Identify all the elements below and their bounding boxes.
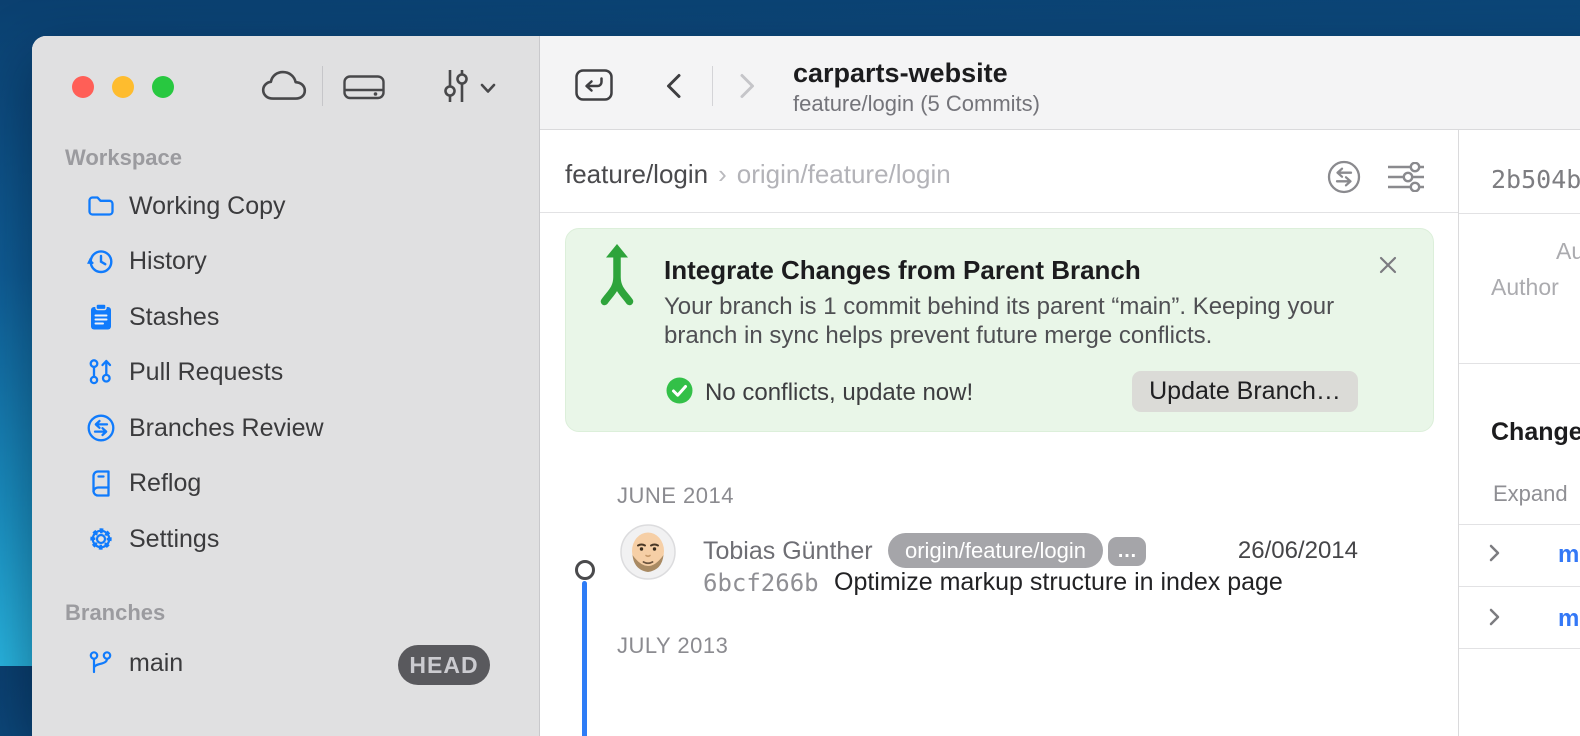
filters-icon[interactable] — [440, 67, 472, 110]
cloud-icon[interactable] — [261, 70, 307, 107]
more-refs-badge[interactable]: … — [1108, 537, 1146, 566]
check-circle-icon — [666, 377, 693, 409]
integrate-banner: Integrate Changes from Parent Branch You… — [565, 228, 1434, 432]
chevron-right-icon[interactable] — [1489, 544, 1500, 567]
compare-branches-icon[interactable] — [1327, 160, 1361, 199]
history-icon — [86, 246, 116, 276]
month-header: JUNE 2014 — [617, 483, 734, 509]
branch-icon — [86, 648, 116, 678]
commit-hash: 6bcf266b — [703, 569, 819, 597]
chevron-down-icon[interactable] — [480, 81, 496, 99]
sidebar-item-settings[interactable]: Settings — [72, 514, 512, 564]
banner-body-line2: branch in sync helps prevent future merg… — [664, 321, 1212, 350]
sidebar-item-label: Pull Requests — [129, 358, 283, 387]
timeline-node — [575, 560, 595, 580]
filter-sliders-icon[interactable] — [1387, 162, 1425, 197]
banner-title: Integrate Changes from Parent Branch — [664, 255, 1141, 286]
avatar — [620, 524, 676, 585]
divider — [1459, 213, 1580, 214]
banner-status-text: No conflicts, update now! — [705, 379, 973, 407]
stash-clipboard-icon — [86, 302, 116, 332]
sidebar-item-label: Branches Review — [129, 414, 324, 443]
month-header: JULY 2013 — [617, 633, 728, 659]
toolbar-divider — [322, 66, 323, 106]
sidebar-item-stashes[interactable]: Stashes — [72, 292, 512, 342]
sidebar-item-working-copy[interactable]: Working Copy — [72, 181, 512, 231]
commit-message: Optimize markup structure in index page — [834, 568, 1283, 597]
chevron-right-icon[interactable] — [1489, 608, 1500, 631]
workspace-section-header: Workspace — [65, 145, 182, 171]
changed-file-name[interactable]: m — [1558, 541, 1579, 569]
breadcrumb-separator: › — [718, 159, 727, 189]
repo-subtitle: feature/login (5 Commits) — [793, 91, 1040, 117]
breadcrumb: feature/login › origin/feature/login — [565, 159, 951, 190]
pull-request-icon — [86, 357, 116, 387]
branch-bar: feature/login › origin/feature/login — [540, 130, 1458, 213]
sidebar-item-label: Reflog — [129, 469, 201, 498]
changed-file-name[interactable]: m — [1558, 605, 1579, 633]
open-repository-icon[interactable] — [575, 67, 613, 108]
history-pane: feature/login › origin/feature/login — [540, 130, 1458, 736]
toolbar: carparts-website feature/login (5 Commit… — [540, 36, 1580, 130]
local-drive-icon[interactable] — [343, 69, 385, 109]
commit-author: Tobias Günther — [703, 537, 873, 566]
branch-name: main — [129, 649, 183, 678]
close-window-button[interactable] — [72, 76, 94, 98]
commit-detail-panel: 2b504b Author Author Changes Expand m m — [1458, 130, 1580, 736]
sidebar-item-label: History — [129, 247, 207, 276]
sidebar-item-reflog[interactable]: Reflog — [72, 458, 512, 508]
gear-icon — [86, 524, 116, 554]
detail-commit-hash: 2b504b — [1491, 165, 1580, 194]
timeline-line — [582, 581, 587, 736]
branches-review-icon — [86, 413, 116, 443]
head-badge: HEAD — [398, 645, 490, 685]
back-button[interactable] — [662, 72, 686, 105]
zoom-window-button[interactable] — [152, 76, 174, 98]
desktop: { "colors": { "accent_blue": "#107bfc", … — [0, 0, 1580, 666]
commit-date: 26/06/2014 — [1200, 537, 1358, 565]
close-icon[interactable] — [1378, 255, 1398, 280]
sidebar-item-label: Stashes — [129, 303, 219, 332]
detail-author-label: Author — [1556, 238, 1580, 265]
sidebar: Workspace Working Copy History — [32, 36, 540, 736]
folder-icon — [86, 191, 116, 221]
expand-all-link[interactable]: Expand — [1493, 481, 1568, 507]
branches-section-header: Branches — [65, 600, 165, 626]
sidebar-item-branches-review[interactable]: Branches Review — [72, 403, 512, 453]
banner-body-line1: Your branch is 1 commit behind its paren… — [664, 292, 1334, 321]
divider — [1459, 363, 1580, 364]
update-branch-button[interactable]: Update Branch… — [1132, 371, 1358, 412]
repo-title: carparts-website — [793, 58, 1008, 89]
ref-badge[interactable]: origin/feature/login — [888, 533, 1103, 568]
sidebar-item-pull-requests[interactable]: Pull Requests — [72, 347, 512, 397]
merge-up-icon — [597, 243, 637, 320]
changes-section-title: Changes — [1491, 418, 1580, 447]
forward-button[interactable] — [735, 72, 759, 105]
divider — [1459, 648, 1580, 649]
sidebar-item-label: Working Copy — [129, 192, 286, 221]
breadcrumb-current-branch[interactable]: feature/login — [565, 159, 708, 189]
breadcrumb-tracking-branch[interactable]: origin/feature/login — [737, 159, 951, 189]
divider — [1459, 524, 1580, 525]
nav-divider — [712, 66, 713, 106]
reflog-book-icon — [86, 468, 116, 498]
detail-author-label: Author — [1491, 274, 1559, 301]
app-window: Workspace Working Copy History — [32, 36, 1580, 736]
minimize-window-button[interactable] — [112, 76, 134, 98]
sidebar-item-label: Settings — [129, 525, 219, 554]
sidebar-item-history[interactable]: History — [72, 236, 512, 286]
divider — [1459, 586, 1580, 587]
